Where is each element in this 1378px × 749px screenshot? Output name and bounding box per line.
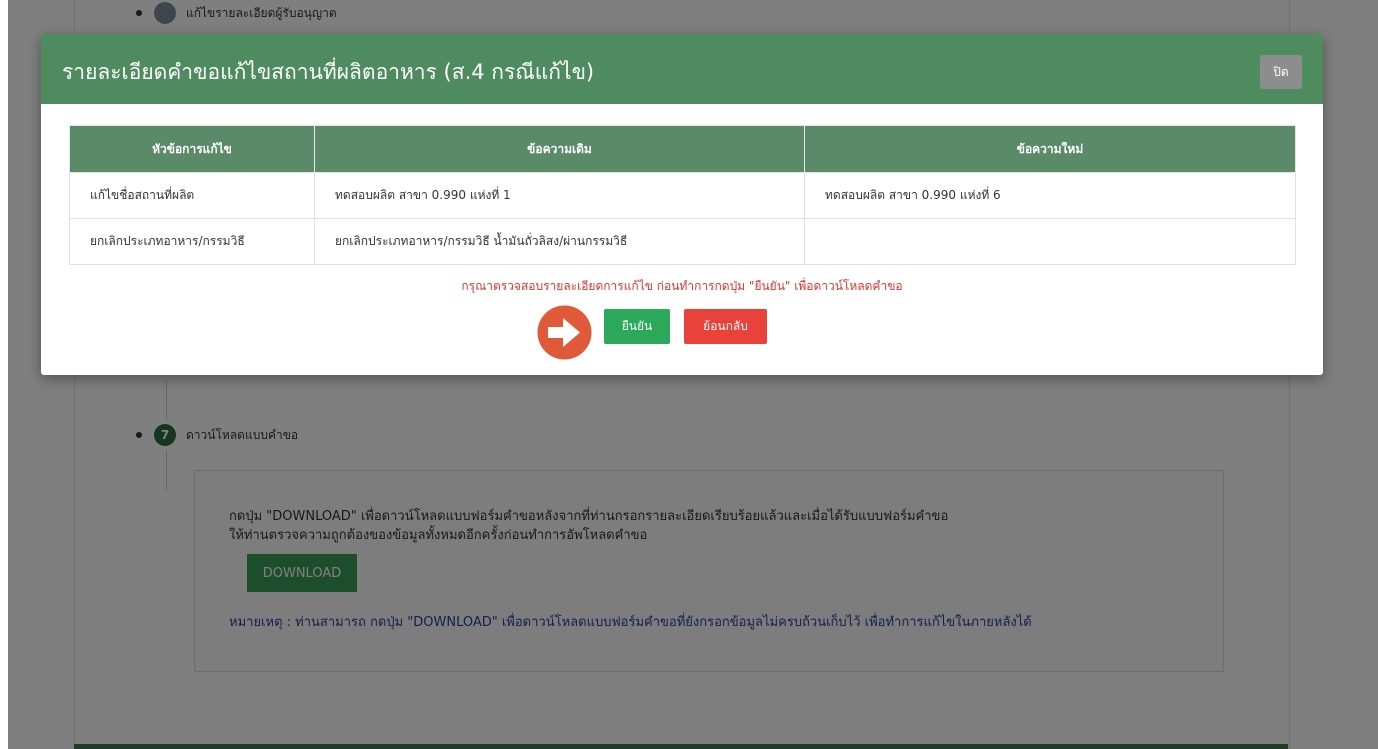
table-row: แก้ไขชื่อสถานที่ผลิต ทดสอบผลิต สาขา 0.99…: [69, 172, 1296, 219]
table-cell-old-text: ยกเลิกประเภทอาหาร/กรรมวิธี น้ำมันถั่วลิส…: [314, 218, 805, 265]
confirm-warning: กรุณาตรวจสอบรายละเอียดการแก้ไข ก่อนทำการ…: [461, 279, 903, 293]
table-cell-old-text: ทดสอบผลิต สาขา 0.990 แห่งที่ 1: [314, 172, 805, 219]
edit-details-table: หัวข้อการแก้ไข ข้อความเดิม ข้อความใหม่ แ…: [69, 125, 1296, 265]
window-edge: [0, 0, 8, 749]
table-row: ยกเลิกประเภทอาหาร/กรรมวิธี ยกเลิกประเภทอ…: [69, 218, 1296, 265]
table-cell-new-text: ทดสอบผลิต สาขา 0.990 แห่งที่ 6: [804, 172, 1296, 219]
back-button[interactable]: ย้อนกลับ: [684, 309, 767, 344]
column-header-new-text: ข้อความใหม่: [804, 125, 1296, 173]
modal-header: รายละเอียดคำขอแก้ไขสถานที่ผลิตอาหาร (ส.4…: [41, 34, 1323, 104]
edit-details-modal: รายละเอียดคำขอแก้ไขสถานที่ผลิตอาหาร (ส.4…: [41, 34, 1323, 375]
table-cell-topic: ยกเลิกประเภทอาหาร/กรรมวิธี: [69, 218, 315, 265]
column-header-old-text: ข้อความเดิม: [314, 125, 805, 173]
confirm-button[interactable]: ยืนยัน: [604, 309, 670, 344]
close-button[interactable]: ปิด: [1260, 55, 1302, 89]
arrow-right-circle-icon: [537, 305, 592, 360]
column-header-topic: หัวข้อการแก้ไข: [69, 125, 315, 173]
table-cell-new-text: [804, 218, 1296, 265]
table-cell-topic: แก้ไขชื่อสถานที่ผลิต: [69, 172, 315, 219]
modal-title: รายละเอียดคำขอแก้ไขสถานที่ผลิตอาหาร (ส.4…: [62, 60, 595, 84]
table-header-row: หัวข้อการแก้ไข ข้อความเดิม ข้อความใหม่: [69, 125, 1296, 173]
